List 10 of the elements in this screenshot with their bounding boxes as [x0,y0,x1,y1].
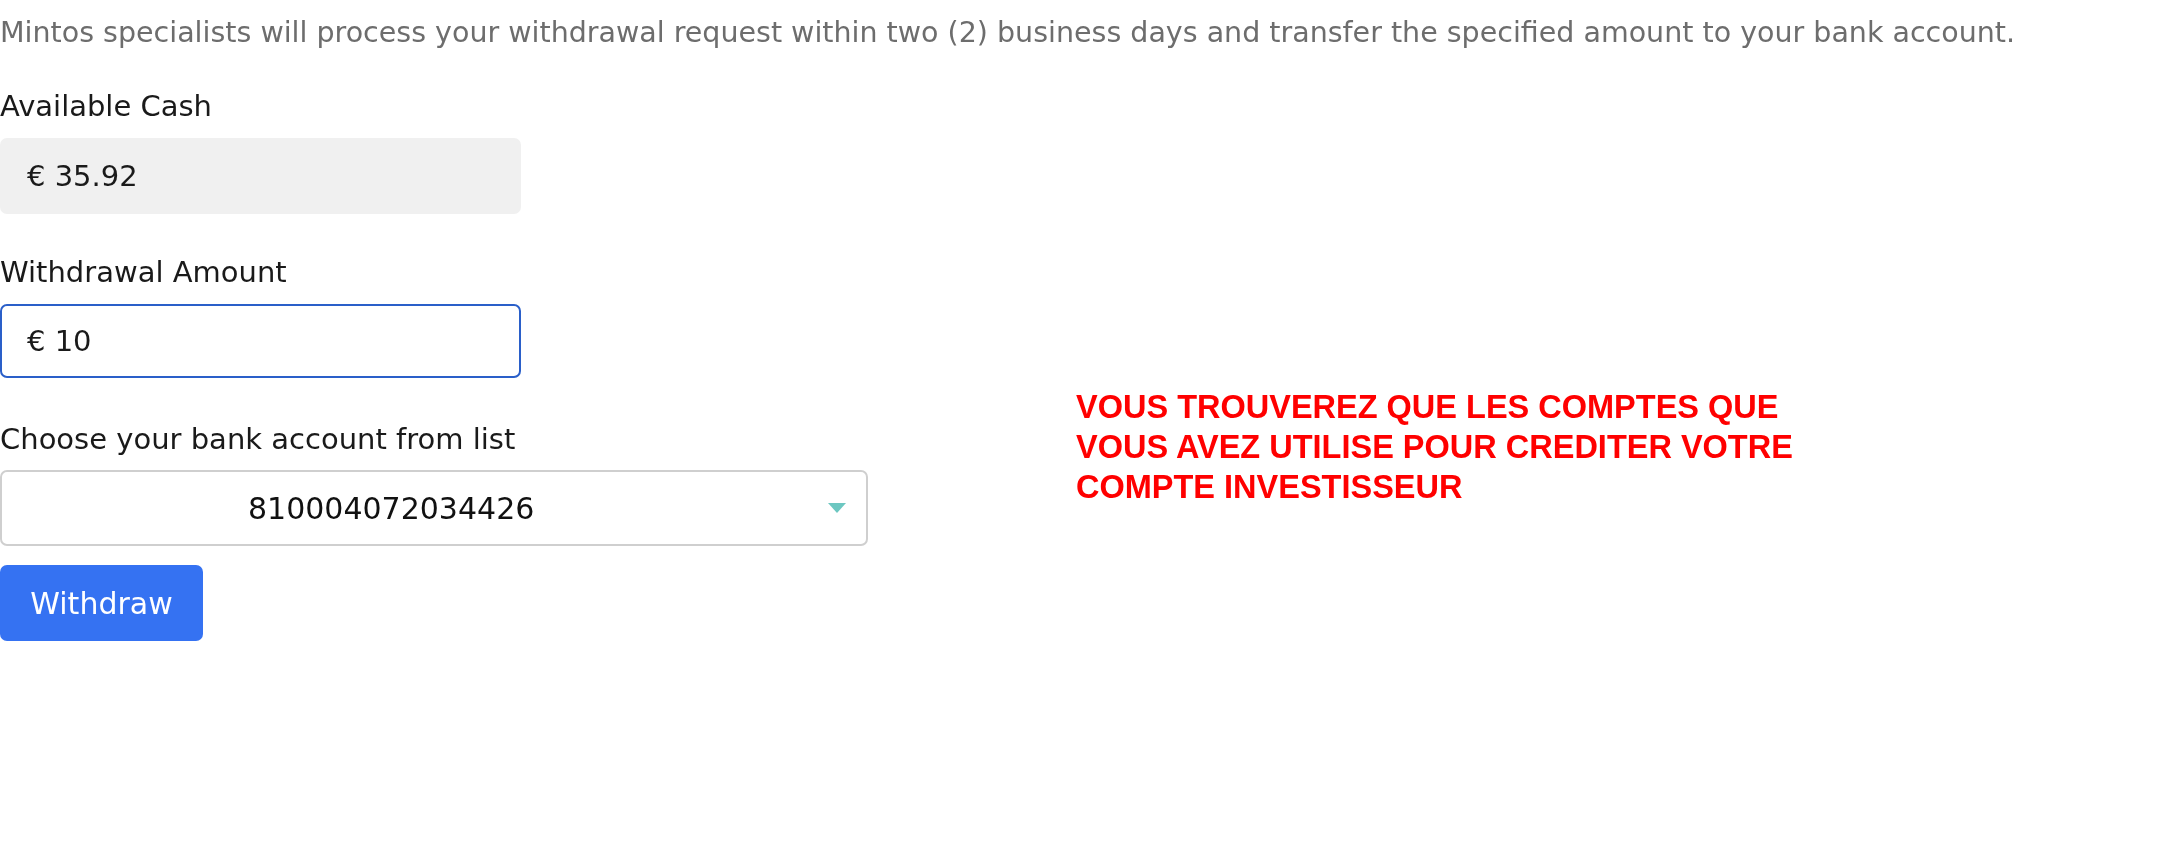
field-label: Available Cash [0,88,212,125]
field-label: Withdrawal Amount [0,254,287,291]
notice-text: Mintos specialists will process your withdrawal request within two (2) business days and transfer the specified amount to your bank account. [0,15,2016,51]
bank-account-select[interactable]: 810004072034426 [0,470,868,546]
caret-icon [828,503,846,513]
field-label: Choose your bank account from list [0,421,516,458]
withdraw-button[interactable]: Withdraw [0,565,203,641]
available-cash-field: € 35.92 [0,138,521,214]
amount-input[interactable]: € 10 [0,304,521,378]
annotation-text: VOUS TROUVEREZ QUE LES COMPTES QUE VOUS AVEZ UTILISE POUR CREDITER VOTRE COMPTE INVESTISSEUR [1076,388,1793,507]
